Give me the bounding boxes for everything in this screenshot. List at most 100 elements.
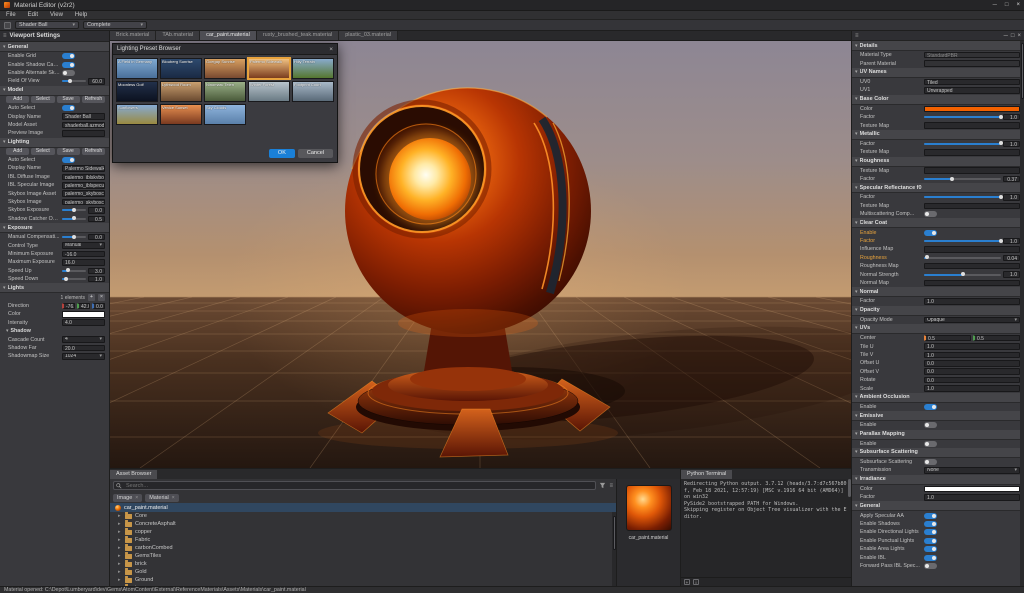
section-header-exposure[interactable]: ▾Exposure <box>0 223 109 233</box>
vector-component-field[interactable]: 42.0 <box>77 303 90 310</box>
section-header-normal[interactable]: ▾Normal <box>852 287 1024 297</box>
document-tab-car-paint-material[interactable]: car_paint.material <box>200 31 257 40</box>
toggle-switch[interactable] <box>62 70 75 76</box>
filter-icon[interactable] <box>599 482 606 489</box>
add-button[interactable]: Add <box>6 148 29 155</box>
tree-item-ground[interactable]: ▸Ground <box>118 576 616 584</box>
section-header-metallic[interactable]: ▾Metallic <box>852 130 1024 140</box>
tree-item-core[interactable]: ▸Core <box>118 512 616 520</box>
text-field[interactable]: 1.0 <box>924 385 1020 392</box>
text-field[interactable]: 1.0 <box>924 343 1020 350</box>
section-header-parallax-mapping[interactable]: ▾Parallax Mapping <box>852 430 1024 440</box>
vector-component-field[interactable]: 0.5 <box>973 335 1020 342</box>
model-dropdown[interactable]: Shader Ball ▾ <box>15 21 79 29</box>
tree-item-gold[interactable]: ▸Gold <box>118 568 616 576</box>
tree-item-concreteasphalt[interactable]: ▸ConcreteAsphalt <box>118 520 616 528</box>
slider-value-field[interactable]: 1.0 <box>1003 141 1020 148</box>
section-header-model[interactable]: ▾Model <box>0 86 109 96</box>
delete-element-button[interactable]: × <box>98 294 105 301</box>
section-header-opacity[interactable]: ▾Opacity <box>852 306 1024 316</box>
color-swatch[interactable] <box>924 486 1020 493</box>
section-header-roughness[interactable]: ▾Roughness <box>852 157 1024 167</box>
menu-icon[interactable]: ≡ <box>855 33 859 39</box>
slider-handle[interactable] <box>925 255 929 259</box>
ok-button[interactable]: OK <box>269 149 295 158</box>
toggle-switch[interactable] <box>924 441 937 447</box>
lighting-preset-thumb-footprint-court[interactable]: Footprint Court <box>292 81 334 102</box>
slider-track[interactable] <box>924 257 1001 259</box>
lighting-preset-thumb-goegap-sunrise[interactable]: Goegap Sunrise <box>204 58 246 79</box>
section-header-details[interactable]: ▾Details <box>852 41 1024 51</box>
slider-value-field[interactable]: 0.37 <box>1003 176 1020 183</box>
lighting-preset-thumb-lythwood-room[interactable]: Lythwood Room <box>160 81 202 102</box>
viewport-3d[interactable]: Lighting Preset Browser × A Field in Ger… <box>110 41 851 468</box>
text-field[interactable]: 1.0 <box>924 352 1020 359</box>
text-field[interactable]: 16.0 <box>62 259 105 266</box>
text-field[interactable] <box>924 246 1020 253</box>
add-element-button[interactable]: + <box>88 294 95 301</box>
toggle-switch[interactable] <box>924 422 937 428</box>
vector-component-field[interactable]: -76.0 <box>62 303 75 310</box>
slider-track[interactable] <box>62 278 86 280</box>
dock-close-icon[interactable]: × <box>1017 33 1021 39</box>
slider-track[interactable] <box>924 196 1001 198</box>
slider-track[interactable] <box>62 218 86 220</box>
text-field[interactable] <box>62 130 105 137</box>
text-field[interactable]: Unwrapped <box>924 87 1020 94</box>
section-header-irradiance[interactable]: ▾Irradiance <box>852 475 1024 485</box>
dropdown-field[interactable]: 1024▾ <box>62 353 105 360</box>
dropdown-field[interactable]: None▾ <box>924 467 1020 474</box>
lighting-preset-thumb-winter-forest[interactable]: Winter Forest <box>248 81 290 102</box>
text-field[interactable] <box>924 149 1020 156</box>
slider-handle[interactable] <box>950 177 954 181</box>
document-tab-tab-material[interactable]: TAb.material <box>156 31 200 40</box>
text-field[interactable]: 0.0 <box>924 360 1020 367</box>
refresh-button[interactable]: Refresh <box>82 148 105 155</box>
menu-help[interactable]: Help <box>69 12 93 18</box>
asset-browser-tab[interactable]: Asset Browser <box>110 470 157 479</box>
text-field[interactable] <box>924 167 1020 174</box>
python-terminal-tab[interactable]: Python Terminal <box>681 470 732 479</box>
cancel-button[interactable]: Cancel <box>298 149 333 158</box>
slider-handle[interactable] <box>999 195 1003 199</box>
search-input[interactable] <box>124 482 593 490</box>
tree-item-copper[interactable]: ▸copper <box>118 528 616 536</box>
save-button[interactable]: Save <box>57 96 80 103</box>
toggle-switch[interactable] <box>924 404 937 410</box>
section-header-clear-coat[interactable]: ▾Clear Coat <box>852 218 1024 228</box>
tree-item-iron[interactable]: ▸iron <box>118 584 616 586</box>
lighting-preset-thumb-sunflowers[interactable]: Sunflowers <box>116 104 158 125</box>
dialog-title-bar[interactable]: Lighting Preset Browser × <box>113 44 337 55</box>
section-header-uv-names[interactable]: ▾UV Names <box>852 68 1024 78</box>
menu-view[interactable]: View <box>44 12 69 18</box>
text-field[interactable] <box>924 122 1020 129</box>
select-button[interactable]: Select <box>31 148 54 155</box>
slider-track[interactable] <box>924 240 1001 242</box>
add-icon[interactable]: + <box>684 579 690 585</box>
close-icon[interactable]: × <box>135 495 138 501</box>
toggle-switch[interactable] <box>924 459 937 465</box>
color-swatch[interactable] <box>924 106 1020 113</box>
text-field[interactable]: 1.0 <box>924 494 1020 501</box>
dropdown-field[interactable]: Opaque▾ <box>924 317 1020 324</box>
slider-value-field[interactable]: 0.0 <box>88 207 105 214</box>
section-header-lighting[interactable]: ▾Lighting <box>0 138 109 148</box>
slider-value-field[interactable]: 1.0 <box>1003 194 1020 201</box>
lighting-preset-thumb-venice-sunset[interactable]: Venice Sunset <box>160 104 202 125</box>
slider-value-field[interactable]: 0.5 <box>88 216 105 223</box>
toggle-switch[interactable] <box>924 529 937 535</box>
dropdown-field[interactable]: 4▾ <box>62 336 105 343</box>
document-tab-brick-material[interactable]: Brick.material <box>110 31 156 40</box>
slider-handle[interactable] <box>999 239 1003 243</box>
slider-handle[interactable] <box>72 235 76 239</box>
close-button[interactable]: × <box>1016 2 1020 8</box>
text-field[interactable]: 20.0 <box>62 345 105 352</box>
text-field[interactable]: palermo_skyboxcm <box>62 199 105 206</box>
lighting-preset-thumb-sky-clouds[interactable]: Sky Clouds <box>204 104 246 125</box>
detail-dropdown[interactable]: Complete ▾ <box>83 21 147 29</box>
toggle-switch[interactable] <box>62 105 75 111</box>
filter-chip-material[interactable]: Material× <box>145 494 178 502</box>
text-field[interactable]: 4.0 <box>62 319 105 326</box>
menu-edit[interactable]: Edit <box>22 12 44 18</box>
document-tab-plastic-03-material[interactable]: plastic_03.material <box>339 31 398 40</box>
